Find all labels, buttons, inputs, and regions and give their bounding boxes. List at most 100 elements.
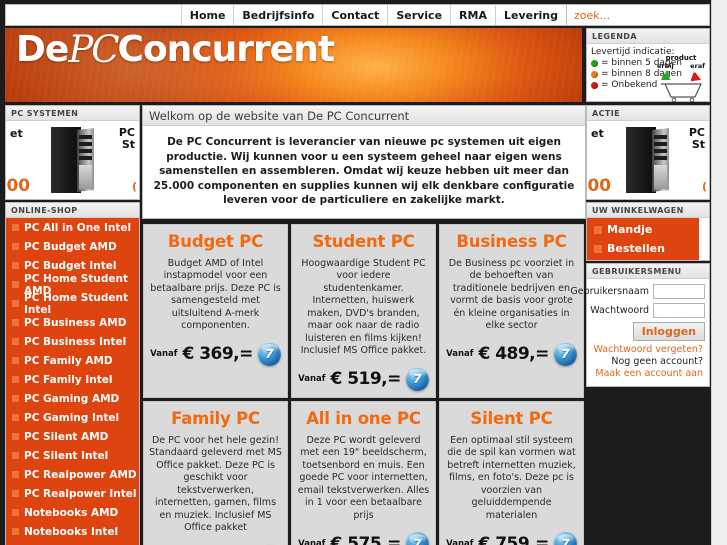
cart-legend-graphic: product erbij eraf [655, 54, 707, 104]
bullet-square-icon [12, 414, 19, 421]
password-input[interactable] [653, 303, 705, 318]
product-card-silent-pc[interactable]: Silent PC Een optimaal stil systeem die … [439, 400, 584, 545]
left-promo-product[interactable]: et PCSt ,00 ( [6, 121, 139, 199]
sidebar-item-pc-silent-intel[interactable]: PC Silent Intel [6, 446, 139, 465]
sidebar-item-pc-gaming-amd[interactable]: PC Gaming AMD [6, 389, 139, 408]
product-card-business-pc[interactable]: Business PC De Business pc voorziet in d… [439, 223, 584, 398]
status-dot-green-icon [591, 60, 598, 67]
sidebar-item-servicecontract[interactable]: Servicecontract [6, 541, 139, 545]
product-description: De PC voor het hele gezin! Standaard gel… [149, 434, 282, 534]
windows-7-badge-icon: 7 [405, 532, 429, 545]
windows-badge-label: 7 [413, 536, 422, 545]
product-card-all-in-one-pc[interactable]: All in one PC Deze PC wordt geleverd met… [291, 400, 436, 545]
right-promo-left-text: et [591, 127, 604, 140]
page-scrollbar[interactable] [711, 0, 727, 545]
shopping-cart-icon [661, 72, 702, 103]
bullet-square-icon [594, 225, 602, 234]
online-shop-menu: PC All in One Intel PC Budget AMD PC Bud… [6, 218, 139, 545]
product-description: De Business pc voorziet in de behoeften … [448, 257, 575, 332]
bullet-square-icon [12, 471, 19, 478]
product-card-student-pc[interactable]: Student PC Hoogwaardige Student PC voor … [291, 223, 436, 398]
product-title: Business PC [456, 231, 567, 251]
sidebar-item-label: PC Business AMD [24, 316, 127, 329]
bullet-square-icon [12, 262, 19, 269]
page-root: Home Bedrijfsinfo Contact Service RMA Le… [0, 0, 727, 545]
forgot-password-link[interactable]: Wachtwoord vergeten? [591, 344, 703, 356]
windows-7-badge-icon: 7 [257, 342, 281, 366]
windows-badge-label: 7 [265, 347, 274, 361]
sidebar-item-notebooks-intel[interactable]: Notebooks Intel [6, 522, 139, 541]
create-account-link[interactable]: Maak een account aan [591, 368, 703, 380]
vanaf-label: Vanaf [150, 349, 178, 359]
bullet-square-icon [12, 509, 19, 516]
sidebar-item-pc-gaming-intel[interactable]: PC Gaming Intel [6, 408, 139, 427]
windows-7-badge-icon: 7 [553, 532, 577, 545]
right-promo-price: ,00 [587, 176, 612, 196]
left-promo-left-text: et [10, 127, 23, 140]
logo-letter-p: P [68, 28, 93, 71]
pc-systemen-panel: PC SYSTEMEN et PCSt ,00 ( [5, 105, 140, 200]
sidebar-item-notebooks-amd[interactable]: Notebooks AMD [6, 503, 139, 522]
sidebar-item-pc-all-in-one-intel[interactable]: PC All in One Intel [6, 218, 139, 237]
sidebar-item-pc-business-intel[interactable]: PC Business Intel [6, 332, 139, 351]
sidebar-item-pc-family-amd[interactable]: PC Family AMD [6, 351, 139, 370]
right-promo-product[interactable]: et PCSt ,00 ( [587, 121, 709, 199]
legend-body: Levertijd indicatie: = binnen 5 dagen = … [587, 44, 709, 103]
cart-item-label: Mandje [607, 223, 653, 236]
windows-badge-label: 7 [561, 536, 570, 545]
sidebar-item-label: PC Silent Intel [24, 449, 109, 462]
username-input[interactable] [653, 284, 705, 299]
nav-item-service[interactable]: Service [387, 5, 450, 25]
cart-item-mandje[interactable]: Mandje [587, 220, 699, 239]
product-title: Silent PC [470, 408, 553, 428]
sidebar-item-label: PC Gaming Intel [24, 411, 120, 424]
cart-item-bestellen[interactable]: Bestellen [587, 239, 699, 258]
sidebar-item-pc-realpower-amd[interactable]: PC Realpower AMD [6, 465, 139, 484]
intro-text: De PC Concurrent is leverancier van nieu… [153, 136, 575, 206]
cart-item-label: Bestellen [607, 242, 665, 255]
password-label: Wachtwoord [590, 305, 649, 316]
nav-item-rma[interactable]: RMA [450, 5, 495, 25]
site-logo: De P C Concurrent [16, 28, 335, 71]
sidebar-item-pc-family-intel[interactable]: PC Family Intel [6, 370, 139, 389]
sidebar-item-pc-silent-amd[interactable]: PC Silent AMD [6, 427, 139, 446]
product-card-grid: Budget PC Budget AMD of Intel instapmode… [142, 221, 586, 545]
windows-badge-label: 7 [413, 372, 422, 386]
bullet-square-icon [12, 490, 19, 497]
sidebar-item-pc-budget-amd[interactable]: PC Budget AMD [6, 237, 139, 256]
search-input[interactable] [567, 8, 709, 22]
legend-label-red: = Onbekend [601, 80, 658, 90]
sidebar-item-pc-realpower-intel[interactable]: PC Realpower Intel [6, 484, 139, 503]
search-box[interactable] [566, 5, 709, 25]
bullet-square-icon [12, 338, 19, 345]
nav-item-contact[interactable]: Contact [322, 5, 387, 25]
vanaf-label: Vanaf [446, 349, 474, 359]
product-card-budget-pc[interactable]: Budget PC Budget AMD of Intel instapmode… [143, 223, 288, 398]
vanaf-label: Vanaf [446, 538, 474, 545]
product-price-row: Vanaf € 489,= 7 [445, 342, 578, 366]
product-price: € 489,= [478, 344, 549, 364]
pc-tower-image [626, 127, 670, 193]
sidebar-item-pc-home-student-intel[interactable]: PC Home Student Intel [6, 292, 139, 316]
sidebar-item-pc-business-amd[interactable]: PC Business AMD [6, 313, 139, 332]
product-card-family-pc[interactable]: Family PC De PC voor het hele gezin! Sta… [143, 400, 288, 545]
sidebar-item-label: PC All in One Intel [24, 221, 132, 234]
sidebar-item-label: PC Budget Intel [24, 259, 117, 272]
username-label: Gebruikersnaam [570, 286, 649, 297]
nav-item-levering[interactable]: Levering [494, 5, 566, 25]
product-title: All in one PC [306, 408, 421, 428]
windows-badge-label: 7 [561, 347, 570, 361]
product-price: € 575,= [330, 533, 401, 545]
bullet-square-icon [12, 319, 19, 326]
bullet-square-icon [12, 281, 19, 288]
login-button[interactable]: Inloggen [632, 322, 705, 341]
account-links: Wachtwoord vergeten? Nog geen account? M… [591, 344, 705, 380]
nav-item-bedrijfsinfo[interactable]: Bedrijfsinfo [233, 5, 322, 25]
product-price: € 369,= [182, 344, 253, 364]
left-sidebar: PC SYSTEMEN et PCSt ,00 ( [5, 105, 140, 545]
status-dot-orange-icon [591, 71, 598, 78]
nav-item-home[interactable]: Home [180, 5, 234, 25]
sidebar-item-label: PC Realpower AMD [24, 468, 137, 481]
login-button-row: Inloggen [591, 322, 705, 341]
sidebar-item-label: PC Family Intel [24, 373, 113, 386]
